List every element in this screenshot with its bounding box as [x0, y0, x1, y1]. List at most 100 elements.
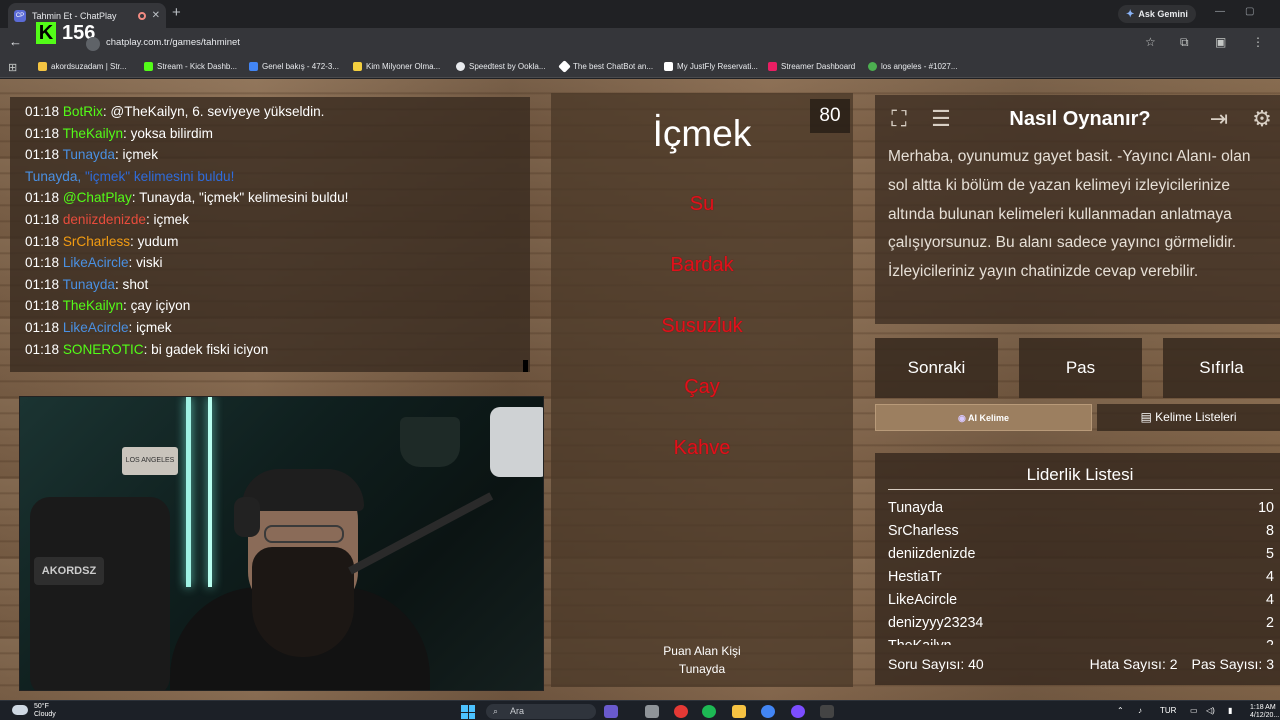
ask-gemini-label: Ask Gemini [1138, 9, 1188, 19]
chat-timestamp: 01:18 [25, 190, 60, 206]
minimize-icon[interactable]: — [1215, 6, 1225, 17]
pass-button[interactable]: Pas [1019, 338, 1142, 398]
chrome-icon[interactable] [761, 705, 775, 718]
streamer-cap-shape [242, 469, 364, 511]
chat-message: 01:18 BotRix: @TheKailyn, 6. seviyeye yü… [25, 101, 530, 123]
leaderboard-player-name: LikeAcircle [888, 592, 958, 608]
back-arrow-icon[interactable]: ← [9, 34, 22, 49]
puzzle-icon [353, 62, 362, 71]
reset-button[interactable]: Sıfırla [1163, 338, 1280, 398]
bookmark-item[interactable]: Speedtest by Ookla... [456, 62, 546, 71]
chat-panel: 01:18 BotRix: @TheKailyn, 6. seviyeye yü… [10, 97, 530, 372]
app-icon-obs[interactable] [604, 705, 618, 718]
weather-widget[interactable]: 50°F Cloudy [34, 703, 56, 719]
battery-icon[interactable]: ▮ [1228, 706, 1232, 715]
bookmark-item[interactable]: Streamer Dashboard [768, 62, 855, 71]
next-button[interactable]: Sonraki [875, 338, 998, 398]
bookmark-label: Streamer Dashboard [781, 62, 856, 71]
target-word: İçmek [652, 113, 752, 154]
fullscreen-icon[interactable]: ⛶ [884, 104, 914, 134]
speedtest-icon [456, 62, 465, 71]
mic-icon[interactable]: ♪ [1138, 706, 1142, 715]
music-icon [38, 62, 47, 71]
notes-icon[interactable]: ☰ [926, 104, 956, 134]
leaderboard-row: SrCharless 8 [888, 520, 1274, 543]
chat-message: 01:18 @ChatPlay: Tunayda, "içmek" kelime… [25, 187, 530, 209]
chat-username[interactable]: TheKailyn [63, 298, 123, 313]
bookmark-item[interactable]: akordsuzadam | Str... [38, 62, 126, 71]
streamer-glasses-shape [264, 525, 344, 543]
site-info-icon[interactable] [86, 37, 100, 51]
chat-username[interactable]: Tunayda [63, 147, 115, 162]
menu-dots-icon[interactable]: ⋮ [1252, 35, 1264, 49]
chat-username[interactable]: LikeAcircle [63, 255, 129, 270]
leaderboard-row: deniizdenizde 5 [888, 543, 1274, 566]
bookmark-label: My JustFly Reservati... [677, 62, 758, 71]
chat-message: 01:18 Tunayda: shot [25, 274, 530, 296]
ask-gemini-button[interactable]: ✦ Ask Gemini [1118, 5, 1196, 23]
bookmark-item[interactable]: los angeles - #1027... [868, 62, 958, 71]
bookmark-label: Stream - Kick Dashb... [157, 62, 238, 71]
chat-text: : bi gadek fiski iciyon [143, 341, 269, 357]
leaderboard-row: HestiaTr 4 [888, 566, 1274, 589]
leaderboard-title: Liderlik Listesi [1026, 465, 1134, 484]
volume-icon[interactable]: ◁) [1206, 706, 1215, 715]
leaderboard-row: Tunayda 10 [888, 497, 1274, 520]
app-icon-desktop[interactable] [645, 705, 659, 718]
taboo-word: Bardak [670, 254, 734, 276]
chair-label: AKORDSZ [34, 557, 104, 585]
chat-username[interactable]: BotRix [63, 104, 103, 119]
wall-sign: LOS ANGELES [122, 447, 178, 475]
tab-word-lists[interactable]: ▤ Kelime Listeleri [1097, 404, 1280, 431]
folder-icon[interactable] [732, 705, 746, 718]
app-icon-steam[interactable] [674, 705, 688, 718]
leaderboard-row: TheKailyn 2 [888, 635, 1274, 645]
gaming-chair-shape [30, 497, 170, 690]
chat-scrollbar[interactable] [523, 360, 528, 372]
discord-icon[interactable] [791, 705, 805, 718]
sidepanel-icon[interactable]: ▣ [1215, 35, 1226, 49]
chat-username[interactable]: Tunayda, [25, 169, 85, 184]
chat-timestamp: 01:18 [25, 147, 60, 163]
gear-icon[interactable]: ⚙ [1247, 104, 1277, 134]
app-icon-live[interactable] [820, 705, 834, 718]
tab-ai-word[interactable]: ◉ AI Kelime [875, 404, 1092, 431]
chevron-up-icon[interactable]: ⌃ [1117, 706, 1124, 715]
bookmark-item[interactable]: Kim Milyoner Olma... [353, 62, 440, 71]
network-icon[interactable]: ▭ [1190, 706, 1198, 715]
bookmark-item[interactable]: My JustFly Reservati... [664, 62, 758, 71]
restore-icon[interactable]: ▢ [1245, 6, 1254, 17]
pass-count: Pas Sayısı: 3 [1191, 656, 1274, 672]
chat-username[interactable]: Tunayda [63, 277, 115, 292]
bookmark-star-icon[interactable]: ☆ [1145, 35, 1156, 49]
close-tab-icon[interactable]: ✕ [152, 10, 160, 21]
spotify-icon[interactable] [702, 705, 716, 718]
leaderboard-player-name: SrCharless [888, 523, 959, 539]
chat-message: 01:18 LikeAcircle: viski [25, 252, 530, 274]
mic-mount-shape [490, 407, 543, 477]
chat-text: : çay içiyon [123, 298, 191, 314]
taskbar-clock[interactable]: 1:18 AM 4/12/20... [1250, 704, 1279, 720]
language-indicator[interactable]: TUR [1160, 706, 1176, 715]
exit-icon[interactable]: ⇥ [1204, 104, 1234, 134]
bookmark-item[interactable]: Stream - Kick Dashb... [144, 62, 237, 71]
chat-username[interactable]: @ChatPlay [63, 190, 132, 205]
chat-username[interactable]: SrCharless [63, 234, 130, 249]
address-bar[interactable]: chatplay.com.tr/games/tahminet [106, 37, 240, 48]
bookmark-item[interactable]: Genel bakış - 472-3... [249, 62, 339, 71]
apps-grid-icon[interactable]: ⊞ [8, 61, 17, 74]
bookmark-item[interactable]: The best ChatBot an... [558, 60, 653, 73]
chat-text: : içmek [114, 147, 159, 163]
chat-username[interactable]: LikeAcircle [63, 320, 129, 335]
leaderboard-list: Tunayda 10 SrCharless 8 deniizdenizde 5 Hestia… [888, 497, 1274, 645]
chat-message: Tunayda, "içmek" kelimesini buldu! [25, 166, 530, 188]
chat-username[interactable]: deniizdenizde [63, 212, 146, 227]
leaderboard-player-score: 4 [1266, 592, 1274, 608]
chat-timestamp: 01:18 [25, 298, 60, 314]
windows-start-icon[interactable] [461, 705, 475, 719]
chat-username[interactable]: TheKailyn [63, 126, 123, 141]
chat-username[interactable]: SONEROTIC [63, 342, 144, 357]
new-tab-button[interactable]: + [172, 4, 181, 21]
taskbar-search[interactable]: ⌕ Ara [486, 704, 596, 719]
extensions-icon[interactable]: ⧉ [1180, 35, 1189, 50]
